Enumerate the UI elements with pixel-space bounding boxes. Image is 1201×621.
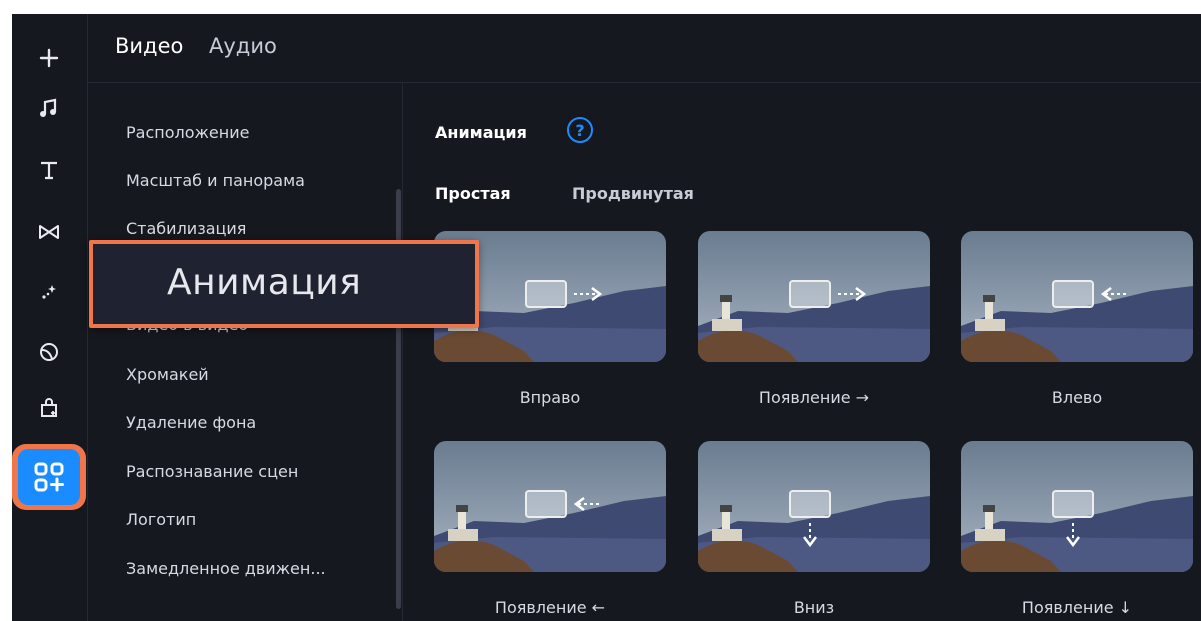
animation-callout: Анимация bbox=[89, 240, 479, 328]
panel-title: Анимация bbox=[435, 123, 527, 142]
tab-audio[interactable]: Аудио bbox=[209, 34, 277, 58]
list-item[interactable]: Масштаб и панорама bbox=[126, 171, 305, 190]
tab-advanced[interactable]: Продвинутая bbox=[572, 184, 694, 203]
animation-label: Появление → bbox=[758, 388, 870, 407]
store-bag-icon[interactable] bbox=[23, 386, 75, 430]
list-item[interactable]: Расположение bbox=[126, 123, 249, 142]
stickers-icon[interactable] bbox=[23, 330, 75, 374]
animation-preview-card[interactable] bbox=[698, 441, 930, 572]
callout-label: Анимация bbox=[167, 262, 362, 303]
list-item[interactable]: Замедленное движен... bbox=[126, 559, 326, 578]
list-item[interactable]: Стабилизация bbox=[126, 219, 246, 238]
media-type-tabs: Видео Аудио bbox=[88, 14, 1201, 83]
animation-label: Влево bbox=[1051, 388, 1103, 407]
animation-label: Появление ← bbox=[494, 598, 606, 617]
more-tools-icon bbox=[18, 449, 80, 505]
magic-wand-icon[interactable] bbox=[23, 270, 75, 314]
animation-preview-card[interactable] bbox=[961, 441, 1193, 572]
animation-preview-card[interactable] bbox=[698, 231, 930, 362]
video-settings-list: Расположение Масштаб и панорама Стабилиз… bbox=[88, 83, 403, 621]
animation-label: Появление ↓ bbox=[1021, 598, 1133, 617]
animation-preview-card[interactable] bbox=[434, 441, 666, 572]
left-arrow-icon bbox=[961, 231, 1193, 362]
right-arrow-icon bbox=[698, 231, 930, 362]
list-item[interactable]: Логотип bbox=[126, 510, 196, 529]
tab-video[interactable]: Видео bbox=[115, 34, 183, 58]
tab-simple[interactable]: Простая bbox=[435, 184, 511, 203]
list-item[interactable]: Хромакей bbox=[126, 365, 209, 384]
down-arrow-icon bbox=[698, 441, 930, 572]
list-item[interactable]: Удаление фона bbox=[126, 413, 256, 432]
more-tools-button[interactable] bbox=[12, 444, 86, 510]
down-arrow-icon bbox=[961, 441, 1193, 572]
left-arrow-icon bbox=[434, 441, 666, 572]
help-icon[interactable]: ? bbox=[567, 117, 593, 143]
animation-panel: Анимация ? Простая Продвинутая Вправо Поя… bbox=[403, 83, 1201, 621]
animation-label: Вправо bbox=[519, 388, 581, 407]
animation-preview-card[interactable] bbox=[961, 231, 1193, 362]
text-icon[interactable] bbox=[23, 148, 75, 192]
video-editor-window: Видео Аудио Расположение Масштаб и панор… bbox=[12, 14, 1201, 621]
tool-rail bbox=[12, 14, 88, 621]
music-note-icon[interactable] bbox=[23, 86, 75, 130]
list-item[interactable]: Распознавание сцен bbox=[126, 462, 298, 481]
plus-icon[interactable] bbox=[23, 36, 75, 80]
transitions-icon[interactable] bbox=[23, 210, 75, 254]
animation-label: Вниз bbox=[793, 598, 835, 617]
